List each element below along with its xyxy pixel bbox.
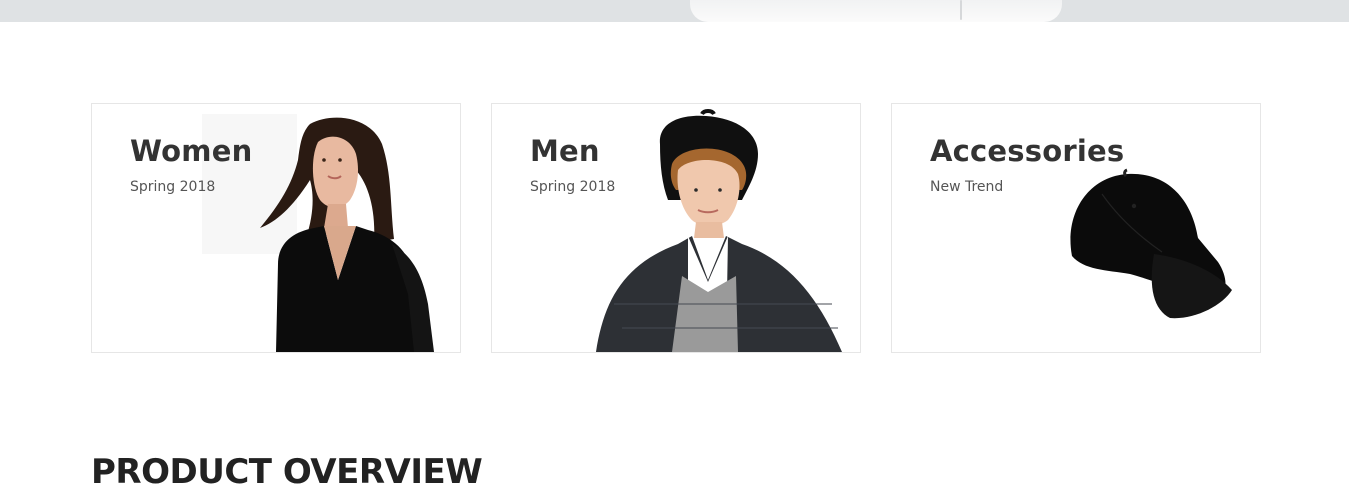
banner-title: Men xyxy=(530,134,600,168)
banner-men[interactable]: Men Spring 2018 xyxy=(491,103,861,353)
banner-subtitle: New Trend xyxy=(930,179,1004,195)
beret-stem xyxy=(700,109,716,116)
banner-subtitle: Spring 2018 xyxy=(130,179,216,195)
eye-right xyxy=(338,158,342,162)
eye-right xyxy=(718,188,722,192)
neck xyxy=(324,204,348,228)
hero-model-shirt xyxy=(690,0,1062,22)
face xyxy=(312,136,358,208)
neck xyxy=(694,222,724,238)
hero-slider-bottom xyxy=(0,0,1349,22)
eye-left xyxy=(322,158,326,162)
face xyxy=(677,159,740,226)
banner-title: Women xyxy=(130,134,253,168)
banner-subtitle: Spring 2018 xyxy=(530,179,616,195)
cap-button xyxy=(1123,168,1128,178)
section-title: PRODUCT OVERVIEW xyxy=(91,452,483,492)
banner-title: Accessories xyxy=(930,134,1125,168)
banner-accessories[interactable]: Accessories New Trend xyxy=(891,103,1261,353)
shirt-fold xyxy=(960,0,962,20)
banner-women[interactable]: Women Spring 2018 xyxy=(91,103,461,353)
cap-eyelet xyxy=(1131,203,1137,209)
eye-left xyxy=(694,188,698,192)
category-banners: Women Spring 2018 Men Spring 2018 Access… xyxy=(91,103,1261,353)
